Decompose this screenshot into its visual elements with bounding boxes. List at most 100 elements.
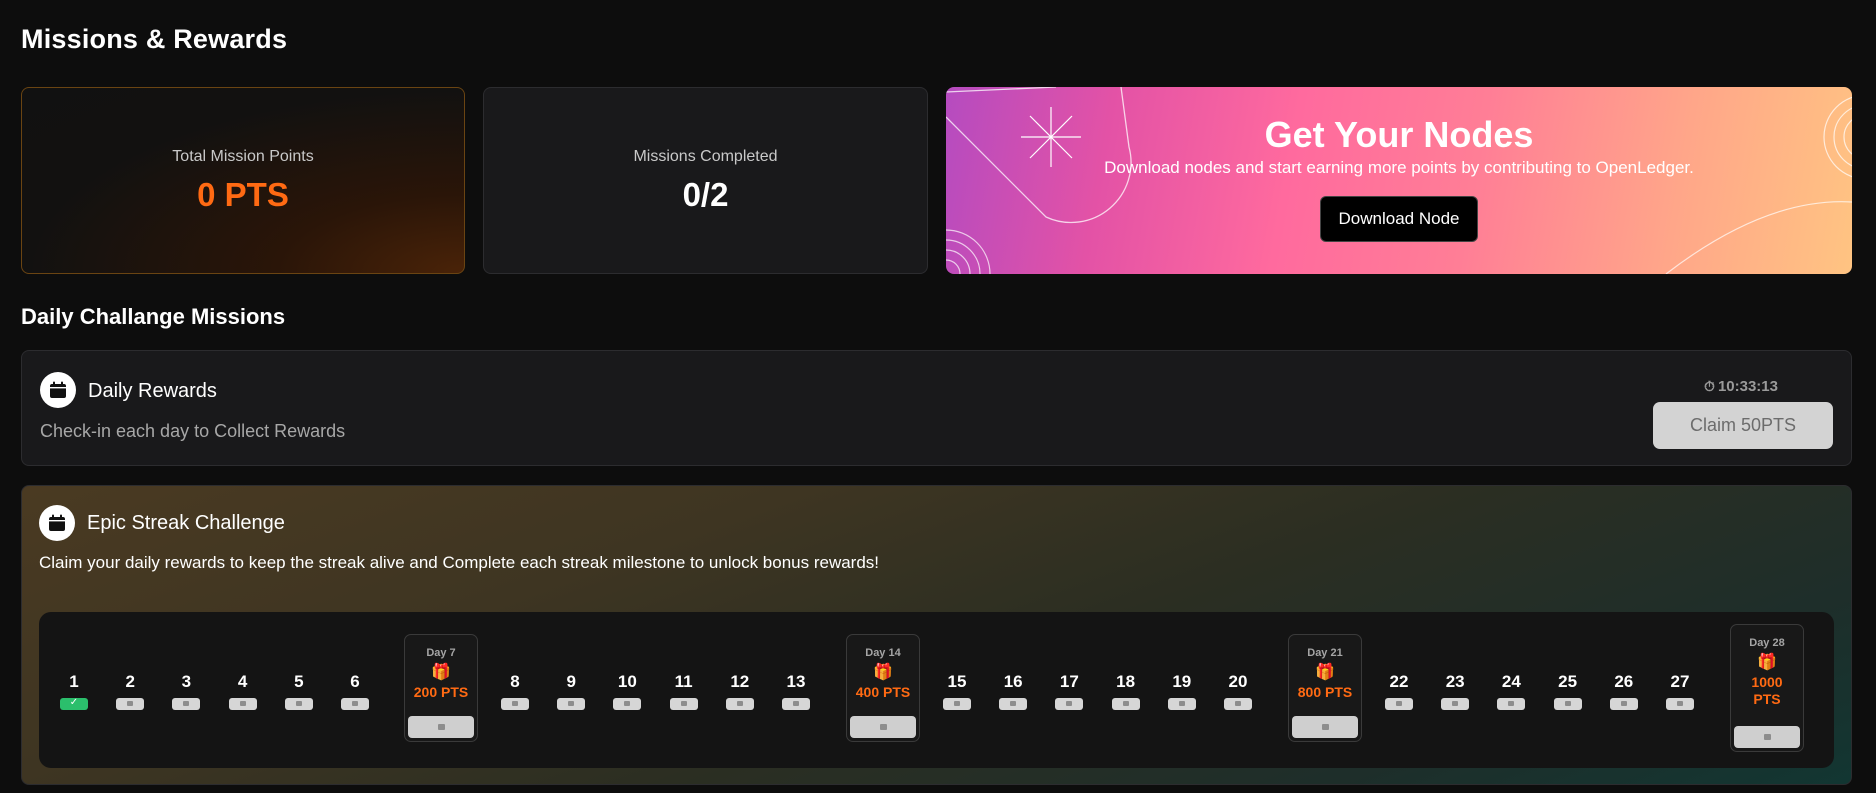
streak-day-16: 16 — [993, 672, 1033, 710]
streak-milestone: Day 14 🎁 400 PTS — [846, 634, 920, 742]
lock-icon — [228, 698, 257, 710]
streak-day-number: 26 — [1614, 672, 1634, 691]
streak-day-number: 12 — [730, 672, 750, 691]
milestone-lock-button[interactable] — [1734, 726, 1800, 748]
calendar-icon — [40, 372, 76, 408]
streak-milestone: Day 7 🎁 200 PTS — [404, 634, 478, 742]
streak-day-23: 23 — [1435, 672, 1475, 710]
section-title: Daily Challange Missions — [21, 304, 286, 329]
lock-icon — [1055, 698, 1084, 710]
lock-icon — [1666, 698, 1694, 710]
streak-day-17: 17 — [1049, 672, 1089, 710]
streak-day-number: 13 — [786, 672, 806, 691]
streak-day-3: 3 — [166, 672, 206, 710]
milestone-lock-button[interactable] — [1292, 716, 1358, 738]
streak-day-number: 11 — [674, 672, 693, 691]
streak-day-18: 18 — [1106, 672, 1146, 710]
get-nodes-banner: Get Your Nodes Download nodes and start … — [946, 87, 1852, 274]
streak-day-number: 5 — [294, 672, 304, 691]
lock-icon — [613, 698, 642, 710]
check-icon: ✓ — [60, 697, 88, 710]
streak-day-number: 20 — [1228, 672, 1248, 691]
timer-value: 10:33:13 — [1717, 378, 1778, 395]
stopwatch-icon: ⏱ — [1704, 378, 1715, 394]
streak-track: 1 ✓ 2 3 4 5 6 8 9 10 11 12 13 15 16 17 18 19 20 22 23 24 25 26 2… — [39, 612, 1834, 768]
milestone-lock-button[interactable] — [850, 716, 916, 738]
streak-day-number: 16 — [1003, 672, 1023, 691]
milestone-day-label: Day 7 — [426, 647, 456, 659]
lock-icon — [1441, 698, 1470, 710]
milestone-day-label: Day 28 — [1749, 637, 1785, 649]
lock-icon — [943, 698, 971, 710]
milestone-day-label: Day 14 — [865, 647, 901, 659]
streak-day-8: 8 — [495, 672, 535, 710]
gift-icon: 🎁 — [1315, 664, 1335, 681]
streak-day-number: 27 — [1670, 672, 1690, 691]
streak-day-24: 24 — [1491, 672, 1531, 710]
lock-icon — [1224, 698, 1252, 710]
streak-day-number: 9 — [566, 672, 576, 691]
countdown-timer: ⏱ 10:33:13 — [1651, 378, 1831, 395]
streak-day-13: 13 — [776, 672, 816, 710]
lock-icon — [1497, 698, 1526, 710]
page-title: Missions & Rewards — [21, 24, 288, 54]
streak-day-6: 6 — [335, 672, 375, 710]
total-points-value: 0 PTS — [197, 175, 289, 213]
milestone-day-label: Day 21 — [1307, 647, 1343, 659]
streak-day-number: 1 — [69, 672, 79, 691]
streak-day-number: 8 — [510, 672, 520, 691]
streak-day-25: 25 — [1548, 672, 1588, 710]
streak-day-number: 2 — [125, 672, 135, 691]
streak-day-22: 22 — [1379, 672, 1419, 710]
daily-rewards-card: Daily Rewards Check-in each day to Colle… — [21, 350, 1852, 466]
gift-icon: 🎁 — [431, 664, 451, 681]
epic-streak-card: Epic Streak Challenge Claim your daily r… — [21, 485, 1852, 785]
streak-day-4: 4 — [223, 672, 263, 710]
lock-icon — [999, 698, 1028, 710]
missions-completed-value: 0/2 — [682, 175, 729, 213]
streak-day-27: 27 — [1660, 672, 1700, 710]
streak-day-12: 12 — [720, 672, 760, 710]
banner-title: Get Your Nodes — [1264, 114, 1534, 155]
streak-day-15: 15 — [937, 672, 977, 710]
lock-icon — [284, 698, 313, 710]
missions-completed-card: Missions Completed 0/2 — [483, 87, 928, 274]
lock-icon — [1609, 698, 1638, 710]
lock-icon — [1167, 698, 1196, 710]
streak-day-26: 26 — [1604, 672, 1644, 710]
lock-icon — [669, 698, 698, 710]
streak-day-5: 5 — [279, 672, 319, 710]
lock-icon — [782, 698, 810, 710]
calendar-icon — [39, 505, 75, 541]
claim-daily-button[interactable]: Claim 50PTS — [1653, 402, 1833, 449]
streak-description: Claim your daily rewards to keep the str… — [39, 553, 880, 572]
streak-day-10: 10 — [607, 672, 647, 710]
lock-icon — [725, 698, 754, 710]
streak-day-number: 17 — [1059, 672, 1079, 691]
streak-day-number: 25 — [1558, 672, 1578, 691]
streak-day-11: 11 — [664, 672, 704, 710]
milestone-lock-button[interactable] — [408, 716, 474, 738]
total-points-card: Total Mission Points 0 PTS — [21, 87, 465, 274]
lock-icon — [341, 698, 369, 710]
streak-day-1: 1 ✓ — [54, 672, 94, 710]
gift-icon: 🎁 — [1757, 654, 1777, 671]
lock-icon — [1111, 698, 1140, 710]
streak-day-20: 20 — [1218, 672, 1258, 710]
lock-icon — [557, 698, 586, 710]
download-node-button[interactable]: Download Node — [1319, 196, 1479, 242]
missions-completed-label: Missions Completed — [633, 147, 778, 165]
banner-subtitle: Download nodes and start earning more po… — [1104, 158, 1694, 177]
streak-day-number: 10 — [617, 672, 637, 691]
streak-day-9: 9 — [551, 672, 591, 710]
milestone-points: 800 PTS — [1297, 684, 1353, 700]
streak-day-19: 19 — [1162, 672, 1202, 710]
streak-day-number: 4 — [237, 672, 248, 691]
streak-day-number: 6 — [350, 672, 360, 691]
lock-icon — [116, 698, 145, 710]
streak-day-number: 15 — [947, 672, 967, 691]
total-points-label: Total Mission Points — [172, 147, 314, 165]
streak-title: Epic Streak Challenge — [87, 512, 285, 534]
streak-day-number: 19 — [1172, 672, 1192, 691]
daily-rewards-title: Daily Rewards — [88, 380, 217, 402]
